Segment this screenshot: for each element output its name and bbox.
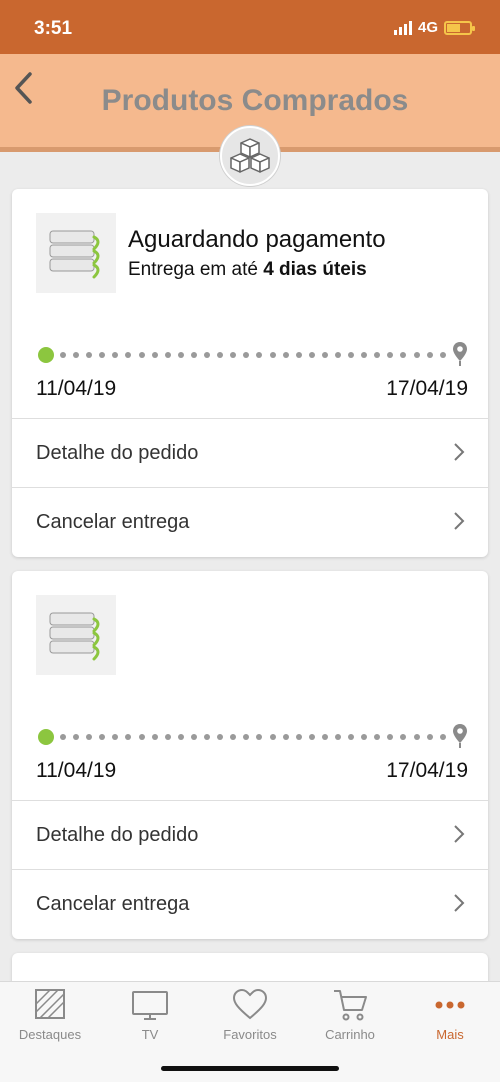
cancel-delivery-row[interactable]: Cancelar entrega <box>12 487 488 556</box>
delivery-estimate: Entrega em até 4 dias úteis <box>128 259 367 281</box>
product-image <box>36 595 116 675</box>
nav-item-carrinho[interactable]: Carrinho <box>300 988 400 1048</box>
start-date: 11/04/19 <box>36 377 117 400</box>
battery-icon <box>444 20 475 35</box>
nav-item-tv[interactable]: TV <box>100 988 200 1048</box>
chevron-right-icon <box>454 894 465 912</box>
network-label: 4G <box>417 19 438 36</box>
end-date: 17/04/19 <box>386 759 468 782</box>
nav-label: Mais <box>436 1027 464 1042</box>
nav-label: Destaques <box>18 1027 82 1042</box>
product-image <box>36 213 116 293</box>
more-icon <box>435 1001 465 1009</box>
order-detail-label: Detalhe do pedido <box>36 824 199 846</box>
order-card: Aguardando pagamento Entrega em até 4 di… <box>12 189 488 557</box>
signal-icon <box>393 20 412 35</box>
chevron-right-icon <box>454 825 465 843</box>
timeline-dots <box>60 352 446 358</box>
nav-label: Carrinho <box>325 1027 375 1042</box>
cart-icon <box>334 990 367 1021</box>
nav-item-destaques[interactable]: Destaques <box>0 988 100 1048</box>
start-date: 11/04/19 <box>36 759 117 782</box>
delivery-prefix: Entrega em até <box>128 259 264 280</box>
order-detail-row[interactable]: Detalhe do pedido <box>12 418 488 487</box>
tv-icon <box>132 991 168 1020</box>
cancel-delivery-row[interactable]: Cancelar entrega <box>12 869 488 938</box>
delivery-timeline <box>38 724 468 751</box>
timeline-start-dot <box>38 347 54 363</box>
order-card: 11/04/19 17/04/19 Detalhe do pedido Canc… <box>12 571 488 939</box>
status-indicators: 4G <box>393 19 475 36</box>
order-detail-row[interactable]: Detalhe do pedido <box>12 800 488 869</box>
location-pin-icon <box>453 342 467 366</box>
location-pin-icon <box>453 724 467 748</box>
end-date: 17/04/19 <box>386 377 468 400</box>
delivery-days: 4 dias úteis <box>263 259 367 280</box>
order-detail-label: Detalhe do pedido <box>36 442 199 464</box>
nav-label: TV <box>141 1027 159 1042</box>
nav-item-favoritos[interactable]: Favoritos <box>200 988 300 1048</box>
chevron-right-icon <box>454 512 465 530</box>
chevron-right-icon <box>454 443 465 461</box>
order-status: Aguardando pagamento <box>128 226 386 253</box>
status-time: 3:51 <box>34 18 73 39</box>
page-title: Produtos Comprados <box>101 84 409 117</box>
status-bar: 3:51 4G <box>0 0 500 54</box>
nav-item-mais[interactable]: Mais <box>400 988 500 1048</box>
cancel-delivery-label: Cancelar entrega <box>36 511 190 533</box>
featured-icon <box>35 989 65 1019</box>
nav-label: Favoritos <box>223 1027 277 1042</box>
timeline-dots <box>60 734 446 740</box>
heart-icon <box>232 988 268 1020</box>
delivery-timeline <box>38 342 468 369</box>
home-indicator[interactable] <box>161 1066 339 1071</box>
cancel-delivery-label: Cancelar entrega <box>36 893 190 915</box>
boxes-icon <box>220 126 280 186</box>
timeline-start-dot <box>38 729 54 745</box>
